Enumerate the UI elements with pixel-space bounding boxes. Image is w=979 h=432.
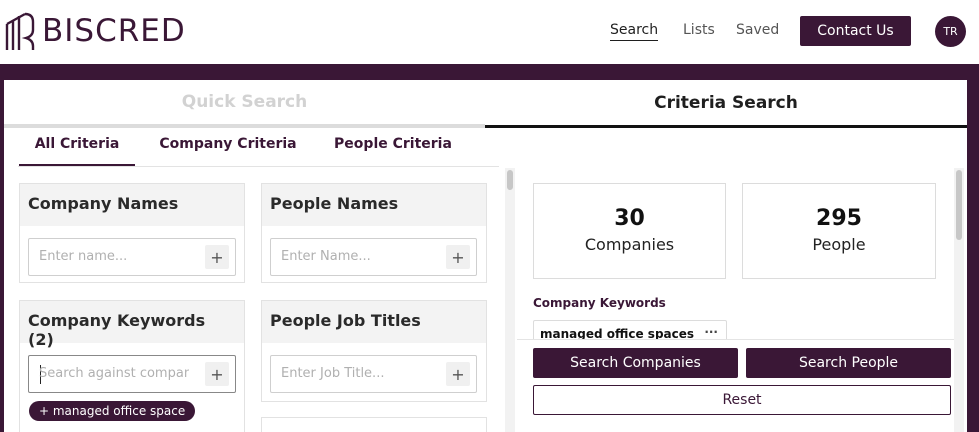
nav-search[interactable]: Search [610, 22, 659, 41]
people-label: People [812, 235, 866, 254]
people-name-field[interactable]: + [270, 238, 477, 276]
logo-text: BISCRED [42, 13, 186, 49]
people-names-filter: People Names + [261, 183, 487, 283]
add-job-title-button[interactable]: + [446, 362, 470, 386]
company-name-field[interactable]: + [28, 238, 236, 276]
tab-criteria-search[interactable]: Criteria Search [485, 80, 967, 128]
company-keyword-input[interactable] [39, 366, 189, 381]
left-scrollbar[interactable] [505, 168, 515, 432]
nav-lists[interactable]: Lists [683, 22, 715, 38]
job-title-field[interactable]: + [270, 355, 477, 393]
company-name-input[interactable] [39, 249, 187, 264]
tab-company-criteria[interactable]: Company Criteria [153, 136, 303, 166]
left-scrollbar-thumb[interactable] [507, 170, 513, 190]
search-card: Quick Search Criteria Search All Criteri… [4, 80, 967, 432]
tab-all-criteria[interactable]: All Criteria [19, 136, 135, 166]
search-people-button[interactable]: Search People [746, 348, 951, 378]
logo[interactable]: BISCRED [4, 10, 186, 52]
company-keywords-title: Company Keywords (2) [20, 301, 244, 349]
add-people-name-button[interactable]: + [446, 245, 470, 269]
action-bar: Search Companies Search People Reset [517, 339, 955, 432]
more-icon[interactable]: ··· [704, 325, 718, 339]
company-keyword-field[interactable]: + [28, 355, 236, 393]
avatar[interactable]: TR [935, 16, 966, 47]
next-filter-box [261, 417, 487, 432]
right-scrollbar-thumb[interactable] [956, 170, 962, 240]
keyword-suggestion-chip[interactable]: + managed office space [29, 401, 196, 421]
people-count: 295 [816, 206, 862, 231]
people-name-input[interactable] [281, 249, 429, 264]
logo-mark-icon [5, 12, 35, 50]
companies-stat: 30 Companies [533, 183, 726, 279]
add-company-keyword-button[interactable]: + [205, 362, 229, 386]
tab-quick-search[interactable]: Quick Search [4, 80, 485, 128]
right-scrollbar[interactable] [954, 168, 964, 432]
people-names-title: People Names [262, 184, 486, 226]
add-company-name-button[interactable]: + [205, 245, 229, 269]
tab-people-criteria[interactable]: People Criteria [328, 136, 458, 166]
reset-button[interactable]: Reset [533, 385, 951, 415]
nav-saved[interactable]: Saved [736, 22, 779, 38]
companies-label: Companies [584, 235, 675, 254]
search-companies-button[interactable]: Search Companies [533, 348, 738, 378]
sub-tab-divider [18, 166, 499, 167]
people-job-titles-title: People Job Titles [262, 301, 486, 343]
people-stat: 295 People [742, 183, 936, 279]
people-job-titles-filter: People Job Titles + [261, 300, 487, 402]
top-header: BISCRED Search Lists Saved Contact Us TR [0, 0, 979, 64]
job-title-input[interactable] [281, 366, 429, 381]
contact-us-button[interactable]: Contact Us [800, 16, 911, 46]
companies-count: 30 [614, 206, 645, 231]
company-names-filter: Company Names + [19, 183, 245, 283]
keywords-heading: Company Keywords [533, 296, 666, 310]
company-names-title: Company Names [20, 184, 244, 226]
